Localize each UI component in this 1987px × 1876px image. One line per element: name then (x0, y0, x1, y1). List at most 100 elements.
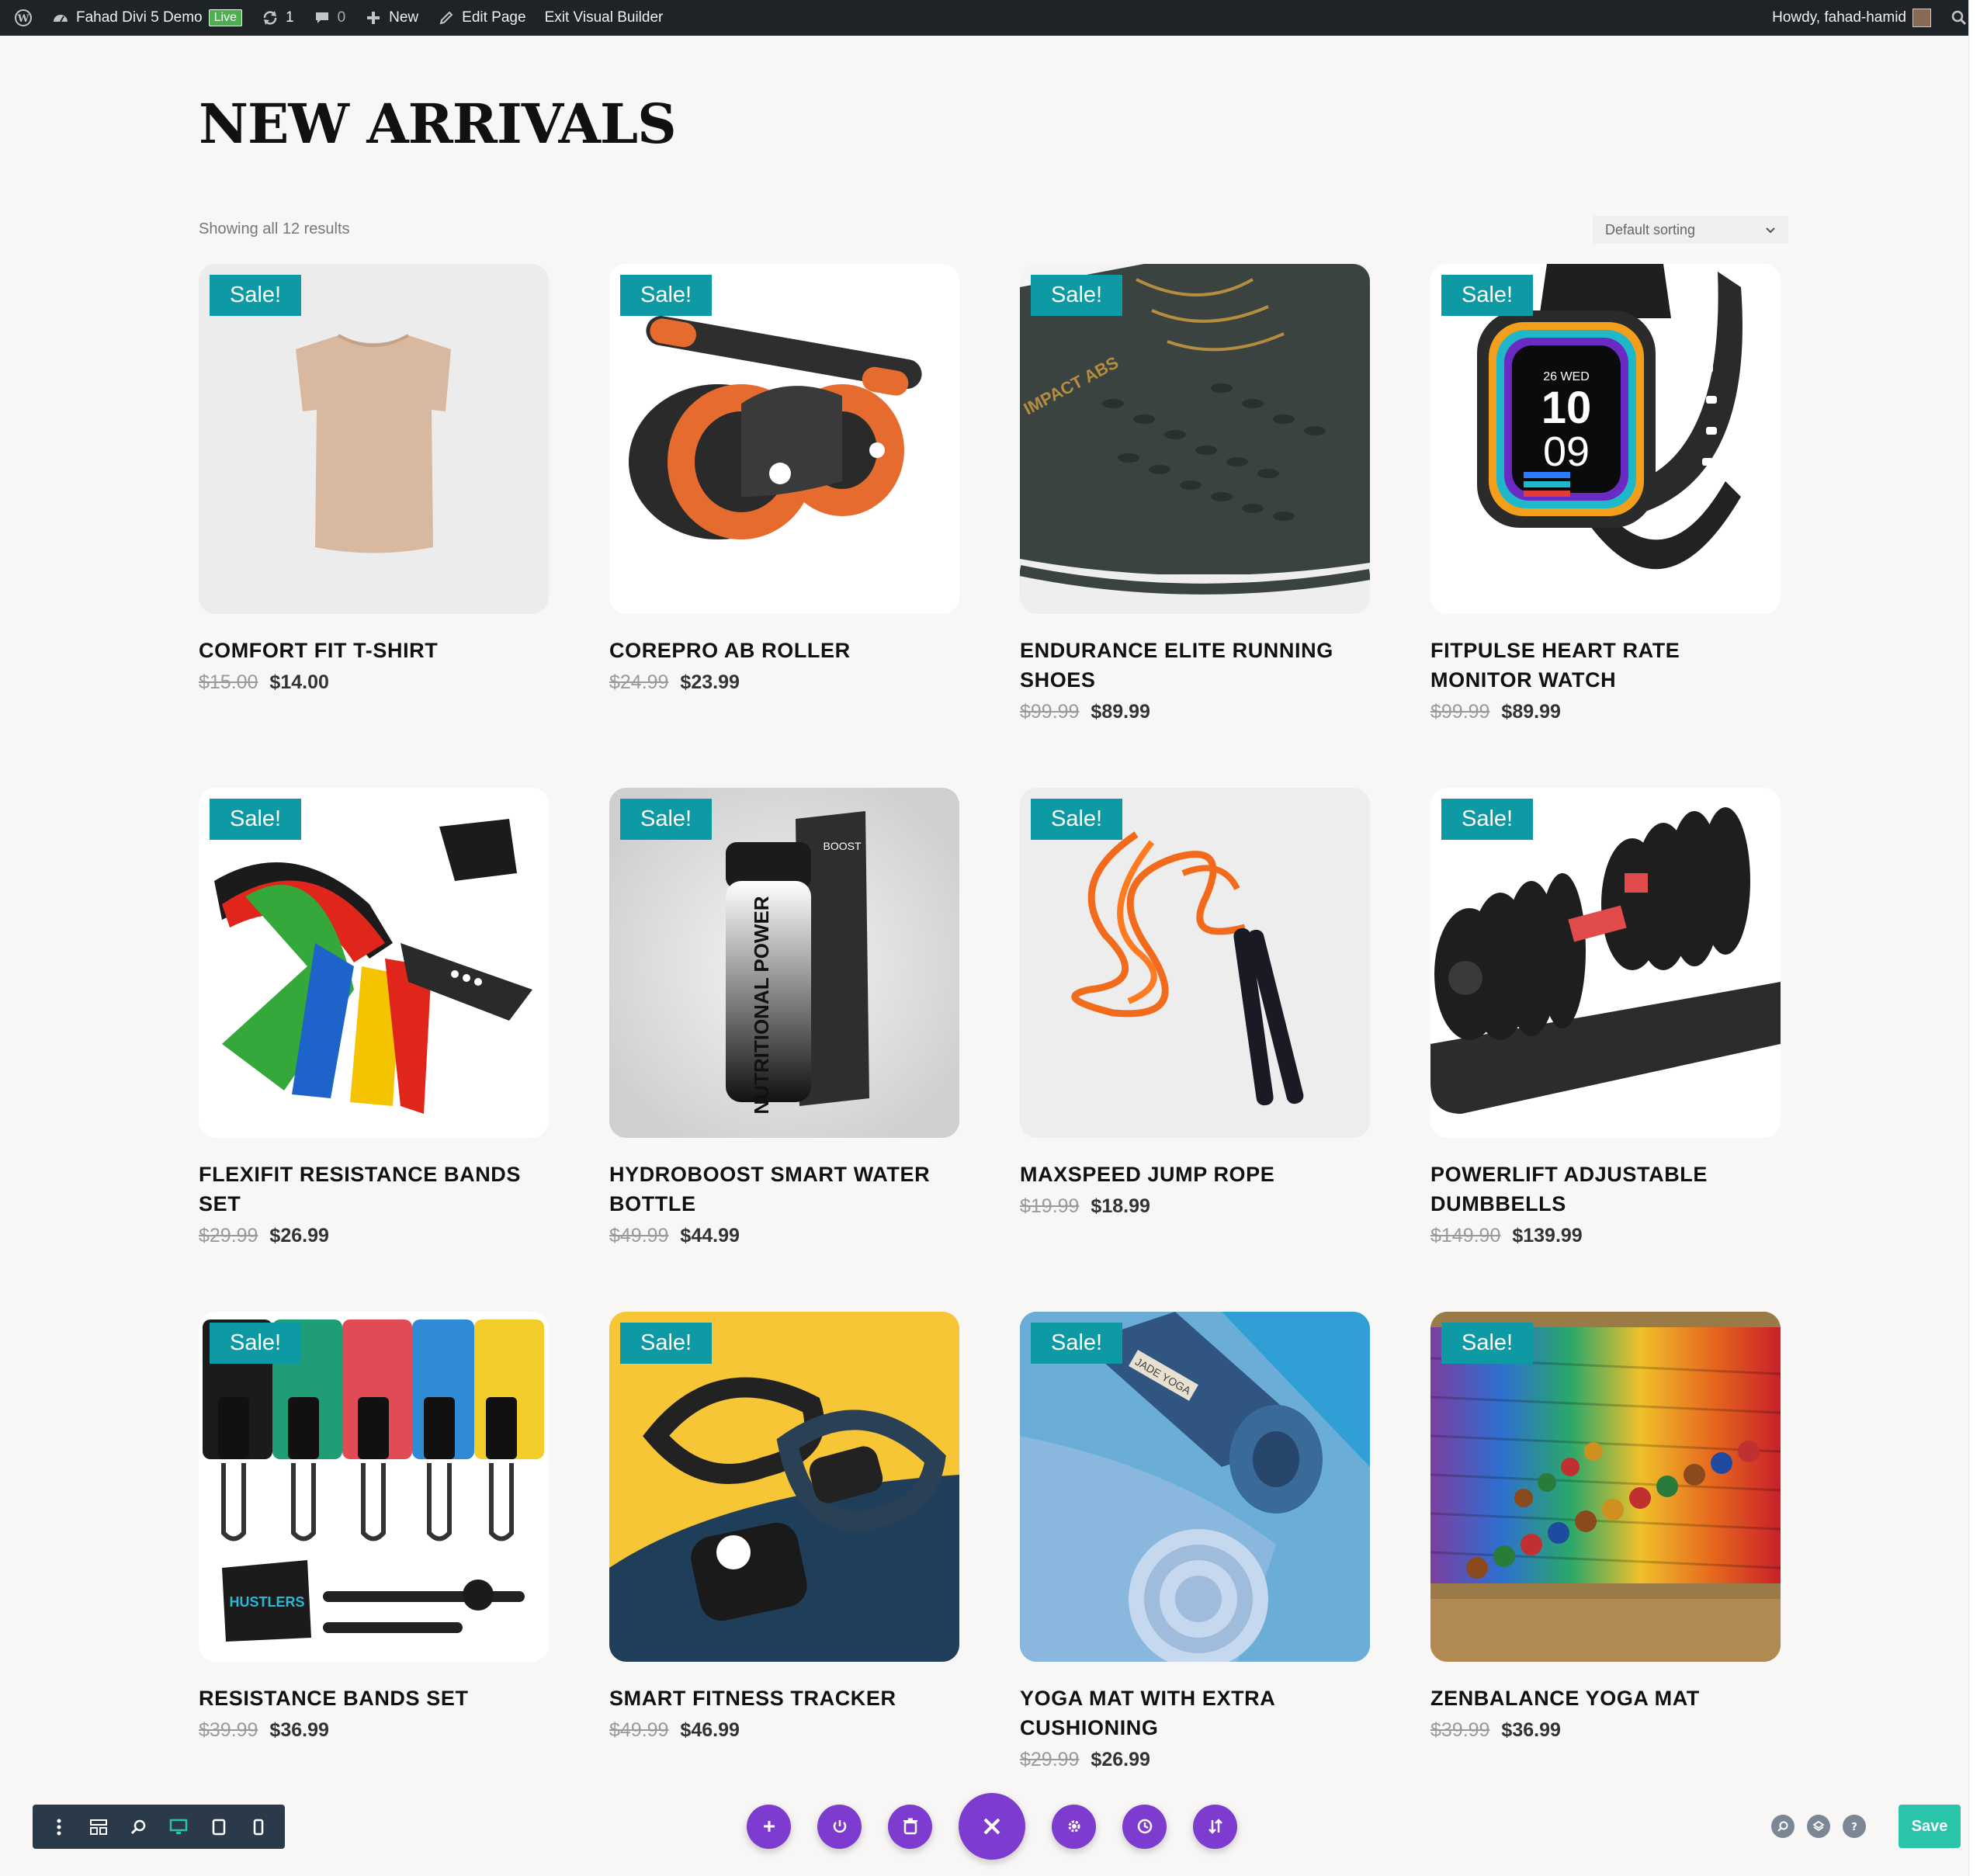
regular-price: $24.99 (609, 671, 669, 693)
sale-badge: Sale! (1441, 1323, 1534, 1364)
sale-badge: Sale! (1441, 799, 1534, 840)
watch-date-text: 26 WED (1543, 370, 1590, 383)
search-settings-button[interactable] (1771, 1815, 1795, 1838)
product-title[interactable]: FITPULSE HEART RATE MONITOR WATCH (1430, 636, 1781, 695)
search-icon (1950, 9, 1968, 27)
power-icon (833, 1820, 846, 1833)
site-name-link[interactable]: Fahad Divi 5 Demo Live (42, 0, 251, 36)
page-settings-button[interactable] (1052, 1804, 1096, 1849)
new-content-link[interactable]: New (355, 0, 428, 36)
sale-price: $89.99 (1501, 701, 1561, 723)
product-card[interactable]: Sale! (199, 1312, 549, 1824)
product-title[interactable]: RESISTANCE BANDS SET (199, 1684, 549, 1713)
watch-hour-text: 10 (1541, 383, 1592, 433)
zoom-button[interactable] (123, 1812, 154, 1843)
product-price: $15.00 $14.00 (199, 671, 549, 694)
product-title[interactable]: HYDROBOOST SMART WATER BOTTLE (609, 1160, 959, 1219)
scrollbar[interactable] (1968, 0, 1987, 1876)
regular-price: $19.99 (1020, 1195, 1080, 1217)
help-button[interactable]: ? (1843, 1815, 1866, 1838)
product-card[interactable]: Sale! (1430, 1312, 1781, 1824)
product-image[interactable]: Sale! (199, 788, 549, 1138)
tablet-view-button[interactable] (203, 1812, 234, 1843)
desktop-view-button[interactable] (163, 1812, 194, 1843)
product-card[interactable]: Sale! POWERLIFT ADJUSTABLE DUMBBELLS $14… (1430, 788, 1781, 1312)
add-module-button[interactable] (747, 1804, 791, 1849)
tube-bands-set-image: HUSTLERS (199, 1312, 549, 1662)
regular-price: $49.99 (609, 1719, 669, 1741)
history-button[interactable] (1122, 1804, 1167, 1849)
zenbalance-yoga-mat-image (1430, 1312, 1781, 1662)
product-title[interactable]: POWERLIFT ADJUSTABLE DUMBBELLS (1430, 1160, 1781, 1219)
portability-button[interactable] (817, 1804, 862, 1849)
product-title[interactable]: MAXSPEED JUMP ROPE (1020, 1160, 1370, 1189)
chevron-down-icon (1765, 222, 1776, 238)
plus-icon (364, 9, 383, 27)
close-builder-button[interactable] (959, 1793, 1025, 1860)
product-image[interactable]: Sale! (199, 264, 549, 614)
product-card[interactable]: Sale! SMART FITNESS TRACKER $49.99 $46.9… (609, 1312, 959, 1824)
dashboard-gauge-icon (51, 9, 70, 27)
updates-link[interactable]: 1 (251, 0, 303, 36)
sale-badge: Sale! (210, 799, 302, 840)
product-card[interactable]: Sale! COMFORT FIT T-SHIRT $15.00 $14.00 (199, 264, 549, 788)
sorting-select[interactable]: Default sorting (1593, 216, 1788, 244)
dumbbells-image (1430, 788, 1781, 1138)
product-title[interactable]: COREPRO AB ROLLER (609, 636, 959, 665)
product-image[interactable]: Sale! 26 WED 10 09 (1430, 264, 1781, 614)
product-price: $99.99 $89.99 (1020, 701, 1370, 723)
product-card[interactable]: Sale! 26 WED 10 09 FITPULSE HEART RATE M… (1430, 264, 1781, 788)
sale-badge: Sale! (620, 799, 713, 840)
product-card[interactable]: Sale! COREPRO AB ROLLER $24.99 $23.99 (609, 264, 959, 788)
product-title[interactable]: ENDURANCE ELITE RUNNING SHOES (1020, 636, 1370, 695)
product-image[interactable]: Sale! (199, 1312, 549, 1662)
sale-price: $18.99 (1091, 1195, 1150, 1217)
product-image[interactable]: Sale! (609, 1312, 959, 1662)
sort-button[interactable] (1193, 1804, 1237, 1849)
product-title[interactable]: COMFORT FIT T-SHIRT (199, 636, 549, 665)
product-card[interactable]: Sale! JADE YOGA YOGA MAT WITH EXTRA CUSH… (1020, 1312, 1370, 1824)
product-card[interactable]: Sale! FLEXIFIT RESISTANCE BANDS SET $29.… (199, 788, 549, 1312)
regular-price: $49.99 (609, 1225, 669, 1247)
product-price: $39.99 $36.99 (199, 1719, 549, 1742)
regular-price: $99.99 (1430, 701, 1490, 723)
product-image[interactable]: Sale! (1430, 788, 1781, 1138)
comments-link[interactable]: 0 (303, 0, 355, 36)
product-image[interactable]: Sale! JADE YOGA (1020, 1312, 1370, 1662)
phone-view-button[interactable] (243, 1812, 274, 1843)
product-card[interactable]: Sale! IMPACT ABS ENDURANCE ELITE RUNNING… (1020, 264, 1370, 788)
wordpress-logo-button[interactable]: W (5, 0, 42, 36)
product-price: $49.99 $46.99 (609, 1719, 959, 1742)
exit-builder-label: Exit Visual Builder (544, 9, 664, 26)
product-card[interactable]: Sale! BOOST NUTRITIONAL POWER HYDROBOOST… (609, 788, 959, 1312)
product-title[interactable]: SMART FITNESS TRACKER (609, 1684, 959, 1713)
product-card[interactable]: Sale! MAXSPEED JUMP ROPE $19.99 $18.99 (1020, 788, 1370, 1312)
product-title[interactable]: ZENBALANCE YOGA MAT (1430, 1684, 1781, 1713)
product-price: $24.99 $23.99 (609, 671, 959, 694)
save-button[interactable]: Save (1899, 1805, 1961, 1848)
product-title[interactable]: FLEXIFIT RESISTANCE BANDS SET (199, 1160, 549, 1219)
pencil-icon (437, 9, 456, 27)
product-image[interactable]: Sale! (1430, 1312, 1781, 1662)
fitness-tracker-image (609, 1312, 959, 1662)
tshirt-image (199, 264, 549, 614)
comments-count: 0 (337, 9, 346, 26)
sale-badge: Sale! (1031, 275, 1123, 316)
edit-page-link[interactable]: Edit Page (428, 0, 535, 36)
wordpress-icon: W (14, 9, 33, 27)
account-menu[interactable]: Howdy, fahad-hamid (1763, 0, 1940, 36)
product-image[interactable]: Sale! IMPACT ABS (1020, 264, 1370, 614)
layers-button[interactable] (1807, 1815, 1830, 1838)
clear-layout-button[interactable] (888, 1804, 932, 1849)
more-options-button[interactable] (43, 1812, 75, 1843)
product-title[interactable]: YOGA MAT WITH EXTRA CUSHIONING (1020, 1684, 1370, 1742)
wireframe-view-button[interactable] (83, 1812, 114, 1843)
product-image[interactable]: Sale! (609, 264, 959, 614)
yoga-mat-cushioning-image: JADE YOGA (1020, 1312, 1370, 1662)
product-image[interactable]: Sale! BOOST NUTRITIONAL POWER (609, 788, 959, 1138)
sale-price: $46.99 (680, 1719, 740, 1741)
regular-price: $149.90 (1430, 1225, 1501, 1247)
sale-price: $14.00 (269, 671, 329, 693)
exit-visual-builder-link[interactable]: Exit Visual Builder (536, 0, 673, 36)
product-image[interactable]: Sale! (1020, 788, 1370, 1138)
